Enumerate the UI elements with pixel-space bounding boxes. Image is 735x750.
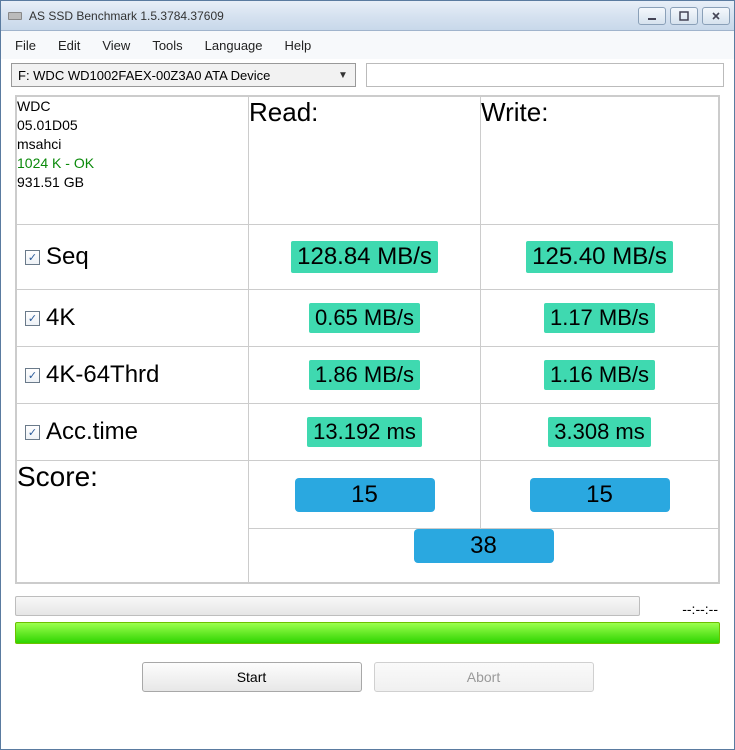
seq-label: Seq [46, 243, 89, 271]
drive-info: WDC 05.01D05 msahci 1024 K - OK 931.51 G… [17, 97, 249, 225]
drive-vendor: WDC [17, 97, 248, 116]
menubar: File Edit View Tools Language Help [1, 31, 734, 59]
4k64-checkbox[interactable]: ✓ [25, 368, 40, 383]
app-icon [7, 8, 23, 24]
toolbar: F: WDC WD1002FAEX-00Z3A0 ATA Device ▼ [1, 59, 734, 95]
maximize-button[interactable] [670, 7, 698, 25]
acc-label: Acc.time [46, 418, 138, 446]
4k64-write: 1.16 MB/s [544, 360, 655, 390]
drive-select-value: F: WDC WD1002FAEX-00Z3A0 ATA Device [18, 68, 335, 83]
search-input[interactable] [366, 63, 724, 87]
app-window: AS SSD Benchmark 1.5.3784.37609 File Edi… [0, 0, 735, 750]
acc-checkbox[interactable]: ✓ [25, 425, 40, 440]
progress-area: --:--:-- [1, 592, 734, 654]
menu-view[interactable]: View [102, 38, 130, 53]
score-total: 38 [414, 529, 554, 563]
read-header: Read: [249, 97, 481, 225]
menu-language[interactable]: Language [205, 38, 263, 53]
abort-button[interactable]: Abort [374, 662, 594, 692]
seq-read: 128.84 MB/s [291, 241, 438, 273]
elapsed-time: --:--:-- [640, 601, 720, 617]
window-buttons [638, 7, 730, 25]
menu-tools[interactable]: Tools [152, 38, 182, 53]
titlebar[interactable]: AS SSD Benchmark 1.5.3784.37609 [1, 1, 734, 31]
4k-label: 4K [46, 304, 75, 332]
acc-read: 13.192 ms [307, 417, 422, 447]
4k-read: 0.65 MB/s [309, 303, 420, 333]
drive-driver: msahci [17, 135, 248, 154]
window-title: AS SSD Benchmark 1.5.3784.37609 [29, 9, 638, 23]
drive-alignment: 1024 K - OK [17, 154, 248, 173]
seq-checkbox[interactable]: ✓ [25, 250, 40, 265]
menu-file[interactable]: File [15, 38, 36, 53]
menu-edit[interactable]: Edit [58, 38, 80, 53]
results-grid: WDC 05.01D05 msahci 1024 K - OK 931.51 G… [15, 95, 720, 584]
4k-write: 1.17 MB/s [544, 303, 655, 333]
drive-select[interactable]: F: WDC WD1002FAEX-00Z3A0 ATA Device ▼ [11, 63, 356, 87]
chevron-down-icon: ▼ [335, 70, 351, 81]
minimize-button[interactable] [638, 7, 666, 25]
score-write: 15 [530, 478, 670, 512]
seq-write: 125.40 MB/s [526, 241, 673, 273]
acc-write: 3.308 ms [548, 417, 651, 447]
button-row: Start Abort [1, 654, 734, 704]
drive-capacity: 931.51 GB [17, 173, 248, 192]
4k64-label: 4K-64Thrd [46, 361, 159, 389]
score-label: Score: [17, 461, 249, 583]
progress-total [15, 622, 720, 644]
progress-step [15, 596, 640, 616]
score-read: 15 [295, 478, 435, 512]
start-button[interactable]: Start [142, 662, 362, 692]
4k-checkbox[interactable]: ✓ [25, 311, 40, 326]
drive-firmware: 05.01D05 [17, 116, 248, 135]
4k64-read: 1.86 MB/s [309, 360, 420, 390]
close-button[interactable] [702, 7, 730, 25]
write-header: Write: [481, 97, 719, 225]
menu-help[interactable]: Help [285, 38, 312, 53]
